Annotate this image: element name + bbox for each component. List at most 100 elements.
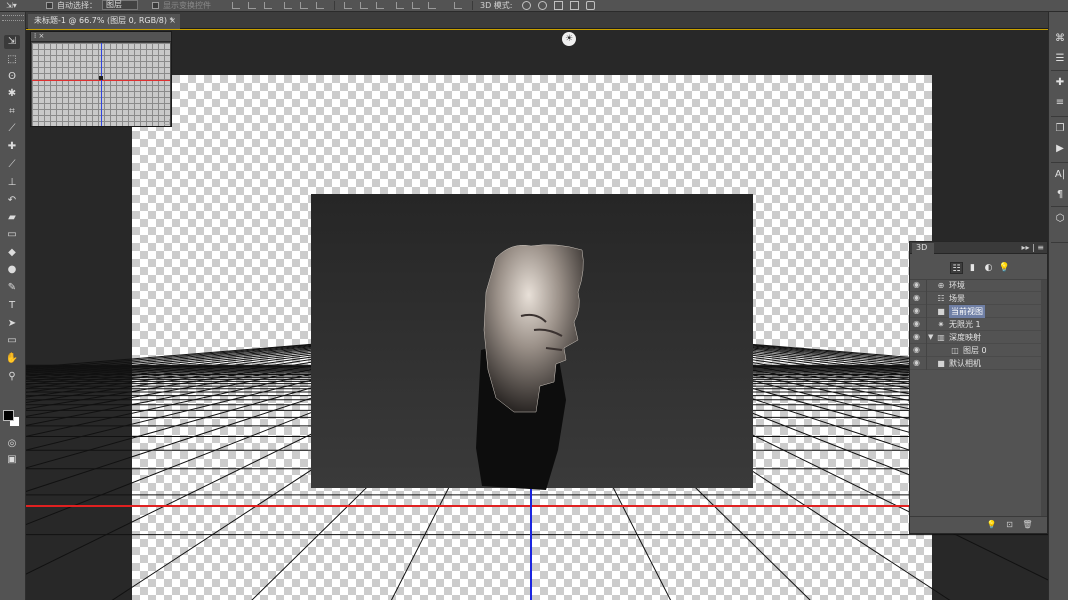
pen-tool-icon[interactable]: ✎ [4,281,20,295]
align-hcenter-icon[interactable] [300,2,308,9]
dock-separator [1051,70,1068,71]
tree-item[interactable]: ◉ ⊕ 环境 [910,279,1041,292]
character-icon[interactable]: A| [1053,168,1067,182]
visibility-eye-icon[interactable]: ◉ [913,294,923,302]
visibility-eye-icon[interactable]: ◉ [913,359,923,367]
rotate-3d-icon[interactable] [522,1,531,10]
distribute-right-icon[interactable] [428,2,436,9]
brush-tool-icon[interactable]: ⟋ [4,158,20,172]
light-widget-icon[interactable]: ☀ [562,32,576,46]
dodge-tool-icon[interactable]: ● [4,263,20,277]
add-light-icon[interactable]: 💡 [986,520,997,530]
play-actions-icon[interactable]: ▶ [1053,142,1067,156]
blur-tool-icon[interactable]: ◆ [4,246,20,260]
expand-toggle-icon[interactable]: ▼ [928,332,933,343]
paragraph-icon[interactable]: ¶ [1053,188,1067,202]
document-tab[interactable]: 未标题-1 @ 66.7% (图层 0, RGB/8) * × [28,14,180,29]
tree-item[interactable]: ◉ ▼ ▥ 深度映射 [910,331,1041,344]
distribute-top-icon[interactable] [344,2,352,9]
eraser-tool-icon[interactable]: ▰ [4,211,20,225]
3d-panel-icon[interactable]: ⬡ [1053,212,1067,226]
history-brush-tool-icon[interactable]: ↶ [4,194,20,208]
slide-3d-icon[interactable] [570,1,579,10]
panel-3d-title-bar[interactable]: 3D ▸▸ | ≡ [910,242,1047,254]
move-tool-icon[interactable]: ⇲ [4,35,20,49]
quick-mask-icon[interactable]: ◎ [4,437,20,451]
marquee-tool-icon[interactable]: ⬚ [4,53,20,67]
auto-select-dropdown[interactable]: 图层 [102,0,138,10]
type-tool-icon[interactable]: T [4,299,20,313]
tree-item-label: 深度映射 [949,333,981,342]
tree-item-label: 当前视图 [949,305,985,318]
roll-3d-icon[interactable] [538,1,547,10]
light-filter-icon[interactable]: 💡 [998,262,1011,274]
secondary-view-header[interactable]: ⁞ × [31,32,171,42]
visibility-eye-icon[interactable]: ◉ [913,333,923,341]
styles-icon[interactable]: ✚ [1053,76,1067,90]
close-tab-icon[interactable]: × [169,14,176,28]
document-canvas-area[interactable]: ☀ [26,29,1050,600]
material-filter-icon[interactable]: ◐ [982,262,995,274]
healing-brush-tool-icon[interactable]: ✚ [4,140,20,154]
show-transform-checkbox[interactable] [152,2,159,9]
panel-3d-scrollbar[interactable] [1041,280,1047,516]
magic-wand-tool-icon[interactable]: ✱ [4,87,20,101]
visibility-eye-icon[interactable]: ◉ [913,307,923,315]
tree-column-divider [926,331,927,344]
tree-item-label: 场景 [949,294,965,303]
visibility-eye-icon[interactable]: ◉ [913,320,923,328]
rectangle-tool-icon[interactable]: ▭ [4,334,20,348]
zoom-tool-icon[interactable]: ⚲ [4,370,20,384]
history-icon[interactable]: ⌘ [1053,32,1067,46]
scene-filter-icon[interactable]: ☷ [950,262,963,274]
panel-menu-icon[interactable]: ▸▸ | ≡ [1021,242,1044,253]
distribute-bottom-icon[interactable] [376,2,384,9]
tree-item[interactable]: ◉ ☷ 场景 [910,292,1041,305]
secondary-view-object-marker [99,76,103,80]
lasso-tool-icon[interactable]: ʘ [4,70,20,84]
panel-3d-tab[interactable]: 3D [912,243,934,254]
distribute-left-icon[interactable] [396,2,404,9]
auto-select-checkbox[interactable] [46,2,53,9]
align-bottom-icon[interactable] [264,2,272,9]
distribute-hcenter-icon[interactable] [412,2,420,9]
delete-icon[interactable]: 🗑 [1022,520,1033,530]
render-icon[interactable]: ⊡ [1004,520,1015,530]
path-selection-tool-icon[interactable]: ➤ [4,317,20,331]
scale-3d-icon[interactable] [586,1,595,10]
toolbox-grip[interactable] [2,15,24,21]
3d-scene[interactable] [26,30,1048,600]
dock-separator [1051,242,1068,243]
tree-item[interactable]: ◉ ◫ 图层 0 [910,344,1041,357]
eyedropper-tool-icon[interactable]: ⟋ [4,122,20,136]
right-panel-dock: ⌘ ☰ ✚ ≡ ❐ ▶ A| ¶ ⬡ [1048,12,1068,600]
adjustments-icon[interactable]: ☰ [1053,52,1067,66]
secondary-view-panel[interactable]: ⁞ × [30,31,172,127]
align-vcenter-icon[interactable] [248,2,256,9]
foreground-color-swatch[interactable] [3,410,14,421]
move-tool-preset-icon[interactable]: ⇲▾ [6,0,17,12]
tree-item[interactable]: ◉ ■ 默认相机 [910,357,1041,370]
visibility-eye-icon[interactable]: ◉ [913,346,923,354]
layers-icon[interactable]: ❐ [1053,122,1067,136]
auto-align-icon[interactable] [454,2,462,9]
tree-column-divider [926,344,927,357]
crop-tool-icon[interactable]: ⌗ [4,105,20,119]
tree-item[interactable]: ◉ ■ 当前视图 [910,305,1041,318]
distribute-vcenter-icon[interactable] [360,2,368,9]
screen-mode-icon[interactable]: ▣ [4,453,20,467]
align-top-icon[interactable] [232,2,240,9]
hand-tool-icon[interactable]: ✋ [4,352,20,366]
align-left-icon[interactable] [284,2,292,9]
clone-stamp-tool-icon[interactable]: ⊥ [4,176,20,190]
drag-3d-icon[interactable] [554,1,563,10]
mesh-filter-icon[interactable]: ▮ [966,262,979,274]
visibility-eye-icon[interactable]: ◉ [913,281,923,289]
material-icon: ◫ [951,346,959,355]
gradient-tool-icon[interactable]: ▭ [4,228,20,242]
properties-icon[interactable]: ≡ [1053,96,1067,110]
secondary-view-resize-handle[interactable] [164,119,170,125]
align-right-icon[interactable] [316,2,324,9]
dock-separator [1051,206,1068,207]
tree-item[interactable]: ◉ ✷ 无限光 1 [910,318,1041,331]
